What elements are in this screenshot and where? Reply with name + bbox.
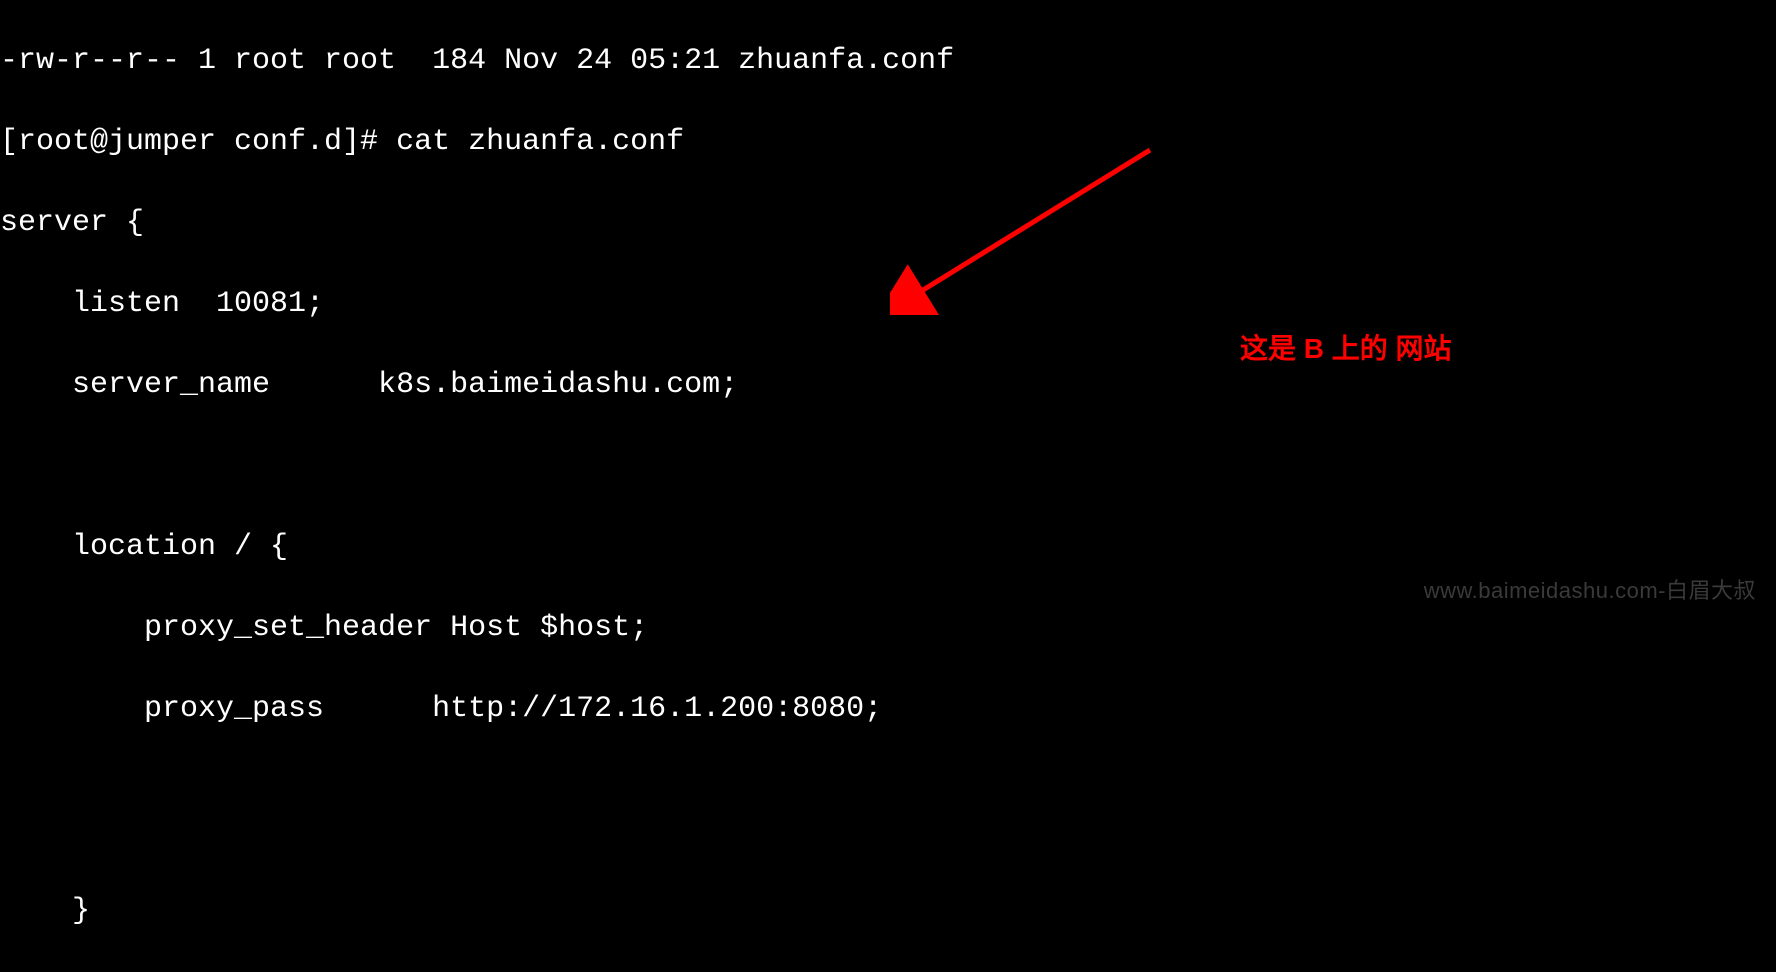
watermark-text: www.baimeidashu.com-白眉大叔 — [1424, 576, 1756, 606]
terminal-line: listen 10081; — [0, 284, 1776, 325]
annotation-label: 这是 B 上的 网站 — [1240, 330, 1452, 368]
terminal-output: -rw-r--r-- 1 root root 184 Nov 24 05:21 … — [0, 0, 1776, 972]
terminal-line: -rw-r--r-- 1 root root 184 Nov 24 05:21 … — [0, 41, 1776, 82]
terminal-line: server_name k8s.baimeidashu.com; — [0, 365, 1776, 406]
terminal-line: [root@jumper conf.d]# cat zhuanfa.conf — [0, 122, 1776, 163]
terminal-line: location / { — [0, 527, 1776, 568]
terminal-line: } — [0, 891, 1776, 932]
terminal-line: proxy_pass http://172.16.1.200:8080; — [0, 689, 1776, 730]
terminal-line: server { — [0, 203, 1776, 244]
